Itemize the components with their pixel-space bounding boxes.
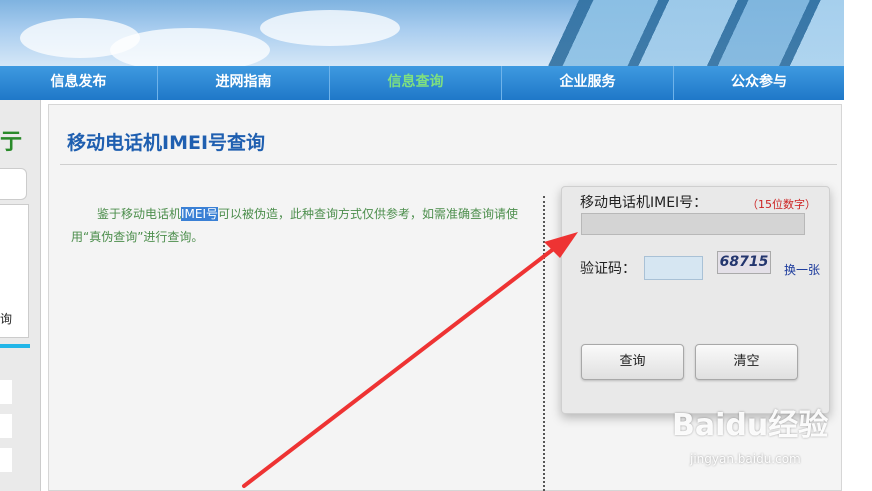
watermark-logo-text: Baidu经验: [672, 408, 829, 443]
watermark-logo: Baidu经验: [672, 400, 828, 444]
watermark-url: jingyan.baidu.com: [690, 452, 801, 466]
arrow-shaft: [242, 242, 562, 488]
